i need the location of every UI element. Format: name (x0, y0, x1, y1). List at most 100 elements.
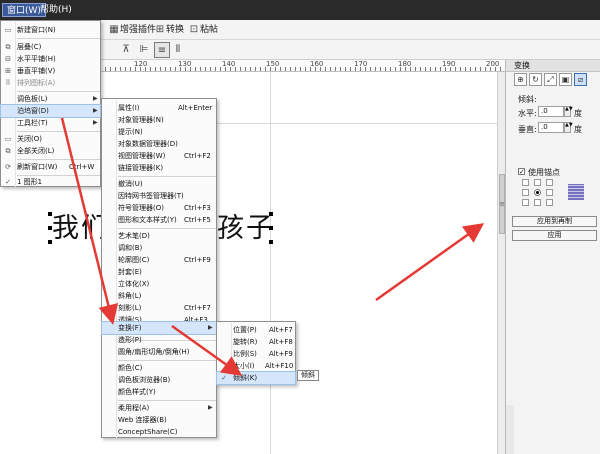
docker-item-view-manager[interactable]: 视图管理器(W) Ctrl+F2 (102, 150, 216, 162)
vertical-unit: 度 (574, 125, 582, 134)
use-anchor-checkbox[interactable]: ✓ (518, 168, 525, 176)
docker-item-properties[interactable]: 属性(I) Alt+Enter (102, 102, 216, 114)
menu-item-toolbars[interactable]: 工具栏(T) ▶ (1, 117, 100, 129)
menu-item-shortcut: Ctrl+W (69, 163, 95, 171)
apply-button[interactable]: 应用 (512, 230, 597, 241)
anchor-point[interactable] (546, 189, 553, 196)
scale-tab-icon[interactable]: ⤢ (544, 73, 557, 86)
docker-item-object-data-manager[interactable]: 对象数据管理器(D) (102, 138, 216, 150)
menu-item-label: 封套(E) (118, 268, 142, 276)
docker-item-web-connector[interactable]: Web 连接器(B) (102, 414, 216, 426)
docker-item-hints[interactable]: 提示(N) (102, 126, 216, 138)
docker-item-link-manager[interactable]: 链接管理器(K) (102, 162, 216, 174)
apply-to-duplicate-button[interactable]: 应用到再制 (512, 216, 597, 227)
page-guide-vertical (270, 72, 271, 454)
menu-item-label: 调色板(L) (17, 95, 48, 103)
selection-handle[interactable] (48, 240, 52, 244)
menu-item-refresh-window[interactable]: ⟳ 刷新窗口(W) Ctrl+W (1, 161, 100, 173)
selection-handle[interactable] (48, 226, 52, 230)
rotate-tab-icon[interactable]: ↻ (529, 73, 542, 86)
transform-item-position[interactable]: 位置(P) Alt+F7 (217, 324, 295, 336)
docker-item-shaping[interactable]: 造形(P) (102, 334, 216, 346)
docker-item-contour[interactable]: 轮廓图(C) Ctrl+F9 (102, 254, 216, 266)
menu-item-cascade[interactable]: ⧉ 层叠(C) (1, 41, 100, 53)
docker-item-artistic-media[interactable]: 艺术笔(D) (102, 230, 216, 242)
anchor-point[interactable] (546, 179, 553, 186)
selection-handle[interactable] (48, 212, 52, 216)
menu-item-label: 垂直平铺(V) (17, 67, 56, 75)
menu-item-document-1[interactable]: ✓ 1 图形1 (1, 176, 100, 188)
plugins-button[interactable]: 增强插件 (120, 23, 156, 37)
vertical-label: 垂直: (518, 125, 537, 134)
docker-item-graphic-text-styles[interactable]: 图形和文本样式(Y) Ctrl+F5 (102, 214, 216, 226)
text-align-icon[interactable]: ⊼ (118, 42, 134, 58)
menu-item-label: 位置(P) (233, 326, 257, 334)
vertical-spinner[interactable]: ▲▼ (564, 122, 573, 133)
submenu-arrow-icon: ▶ (208, 404, 213, 411)
size-tab-icon[interactable]: ▣ (559, 73, 572, 86)
docker-scroll-area (506, 405, 514, 454)
transform-submenu: 位置(P) Alt+F7 旋转(R) Alt+F8 比例(S) Alt+F9 大… (216, 321, 296, 385)
anchor-point[interactable] (534, 179, 541, 186)
canvas-text-right[interactable]: 孩子 (217, 206, 275, 245)
menu-item-label: 立体化(X) (118, 280, 150, 288)
docker-item-applications[interactable]: 柔用程(A) ▶ (102, 402, 216, 414)
bullets-icon[interactable]: ⊫ (136, 42, 152, 58)
docker-item-transform[interactable]: 变换(F) ▶ (101, 321, 217, 335)
menu-item-palettes[interactable]: 调色板(L) ▶ (1, 93, 100, 105)
vertical-skew-input[interactable]: .0 (538, 122, 564, 133)
paragraph-icon[interactable]: ≡ (154, 42, 170, 58)
tile-vertical-icon: ⊞ (5, 67, 11, 75)
anchor-point[interactable] (534, 199, 541, 206)
docker-item-shadow[interactable]: 刻影(L) Ctrl+F7 (102, 302, 216, 314)
menu-item-tile-vertical[interactable]: ⊞ 垂直平铺(V) (1, 65, 100, 77)
docker-item-color-styles[interactable]: 颜色样式(Y) (102, 386, 216, 398)
menu-separator (17, 159, 100, 160)
anchor-point[interactable] (522, 189, 529, 196)
menu-help[interactable]: 帮助(H) (36, 3, 76, 17)
docker-item-internet-bookmarks[interactable]: 因特网书签管理器(T) (102, 190, 216, 202)
horizontal-unit: 度 (574, 109, 582, 118)
position-tab-icon[interactable]: ⊕ (514, 73, 527, 86)
paste-button[interactable]: 粘帖 (200, 23, 218, 37)
docker-item-extrude[interactable]: 立体化(X) (102, 278, 216, 290)
transform-item-size[interactable]: 大小(I) Alt+F10 (217, 360, 295, 372)
horizontal-spinner[interactable]: ▲▼ (564, 106, 573, 117)
transform-item-rotate[interactable]: 旋转(R) Alt+F8 (217, 336, 295, 348)
menu-item-shortcut: Ctrl+F9 (184, 256, 211, 264)
docker-item-palette-browser[interactable]: 调色板浏览器(B) (102, 374, 216, 386)
docker-item-bevel[interactable]: 斜角(L) (102, 290, 216, 302)
convert-button[interactable]: 转换 (166, 23, 184, 37)
anchor-point[interactable] (522, 199, 529, 206)
docker-item-envelope[interactable]: 封套(E) (102, 266, 216, 278)
docker-item-object-manager[interactable]: 对象管理器(N) (102, 114, 216, 126)
menu-item-new-window[interactable]: ▭ 新建窗口(N) (1, 24, 100, 36)
docker-item-conceptshare[interactable]: ConceptShare(C) (102, 426, 216, 438)
selection-handle[interactable] (269, 240, 273, 244)
anchor-point[interactable] (546, 199, 553, 206)
transform-item-skew[interactable]: ✓ 倾斜(K) (216, 371, 296, 385)
selection-handle[interactable] (269, 212, 273, 216)
columns-icon[interactable]: ⦀ (170, 42, 186, 58)
ruler-label: 180 (398, 60, 412, 68)
docker-item-color[interactable]: 颜色(C) (102, 362, 216, 374)
vertical-scrollbar[interactable]: ≡ (497, 72, 505, 454)
selection-handle[interactable] (269, 226, 273, 230)
anchor-point-center[interactable] (534, 189, 541, 196)
docker-item-symbol-manager[interactable]: 符号管理器(O) Ctrl+F3 (102, 202, 216, 214)
menu-item-close[interactable]: ▭ 关闭(O) (1, 133, 100, 145)
anchor-point[interactable] (522, 179, 529, 186)
menu-item-tile-horizontal[interactable]: ⊟ 水平平铺(H) (1, 53, 100, 65)
menu-item-label: 颜色(C) (118, 364, 143, 372)
docker-item-undo[interactable]: 撤消(U) (102, 178, 216, 190)
menu-item-dockers[interactable]: 泊坞窗(D) ▶ (0, 104, 101, 118)
menu-item-arrange-icons[interactable]: ⠿ 排列图标(A) (1, 77, 100, 89)
docker-item-fillet-chamfer[interactable]: 圆角/扇形切角/倒角(H) (102, 346, 216, 358)
horizontal-skew-input[interactable]: .0 (538, 106, 564, 117)
transform-item-scale[interactable]: 比例(S) Alt+F9 (217, 348, 295, 360)
menu-item-close-all[interactable]: ⧉ 全部关闭(L) (1, 145, 100, 157)
menu-item-label: 撤消(U) (118, 180, 143, 188)
new-window-icon: ▭ (4, 26, 12, 34)
docker-item-blend[interactable]: 调和(B) (102, 242, 216, 254)
skew-tab-icon[interactable]: ⧄ (574, 73, 587, 86)
